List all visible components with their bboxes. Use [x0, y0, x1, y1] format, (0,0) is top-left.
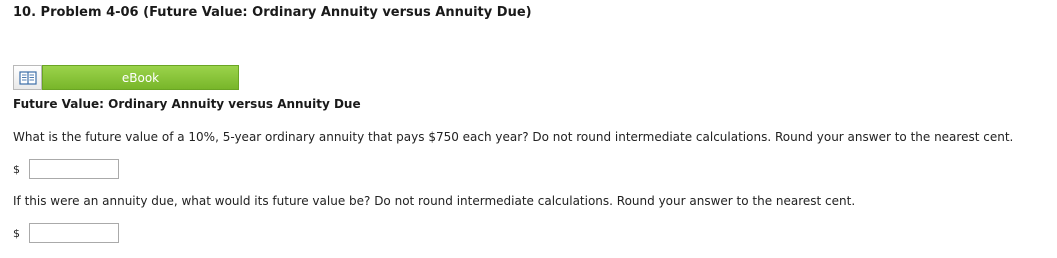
currency-symbol: $ — [13, 226, 20, 240]
currency-symbol: $ — [13, 162, 20, 176]
answer-2-input[interactable] — [29, 223, 119, 243]
ebook-button[interactable]: eBook — [42, 65, 239, 90]
question-1-text: What is the future value of a 10%, 5-yea… — [13, 130, 1014, 144]
book-icon[interactable] — [13, 65, 42, 90]
ebook-button-label: eBook — [121, 70, 160, 85]
question-2-text: If this were an annuity due, what would … — [13, 194, 856, 208]
answer-1-input[interactable] — [29, 159, 119, 179]
answer-2-row: $ — [13, 223, 119, 243]
section-heading: Future Value: Ordinary Annuity versus An… — [13, 97, 361, 111]
problem-title: 10. Problem 4-06 (Future Value: Ordinary… — [13, 5, 532, 20]
ebook-bar: eBook — [13, 65, 239, 90]
answer-1-row: $ — [13, 159, 119, 179]
